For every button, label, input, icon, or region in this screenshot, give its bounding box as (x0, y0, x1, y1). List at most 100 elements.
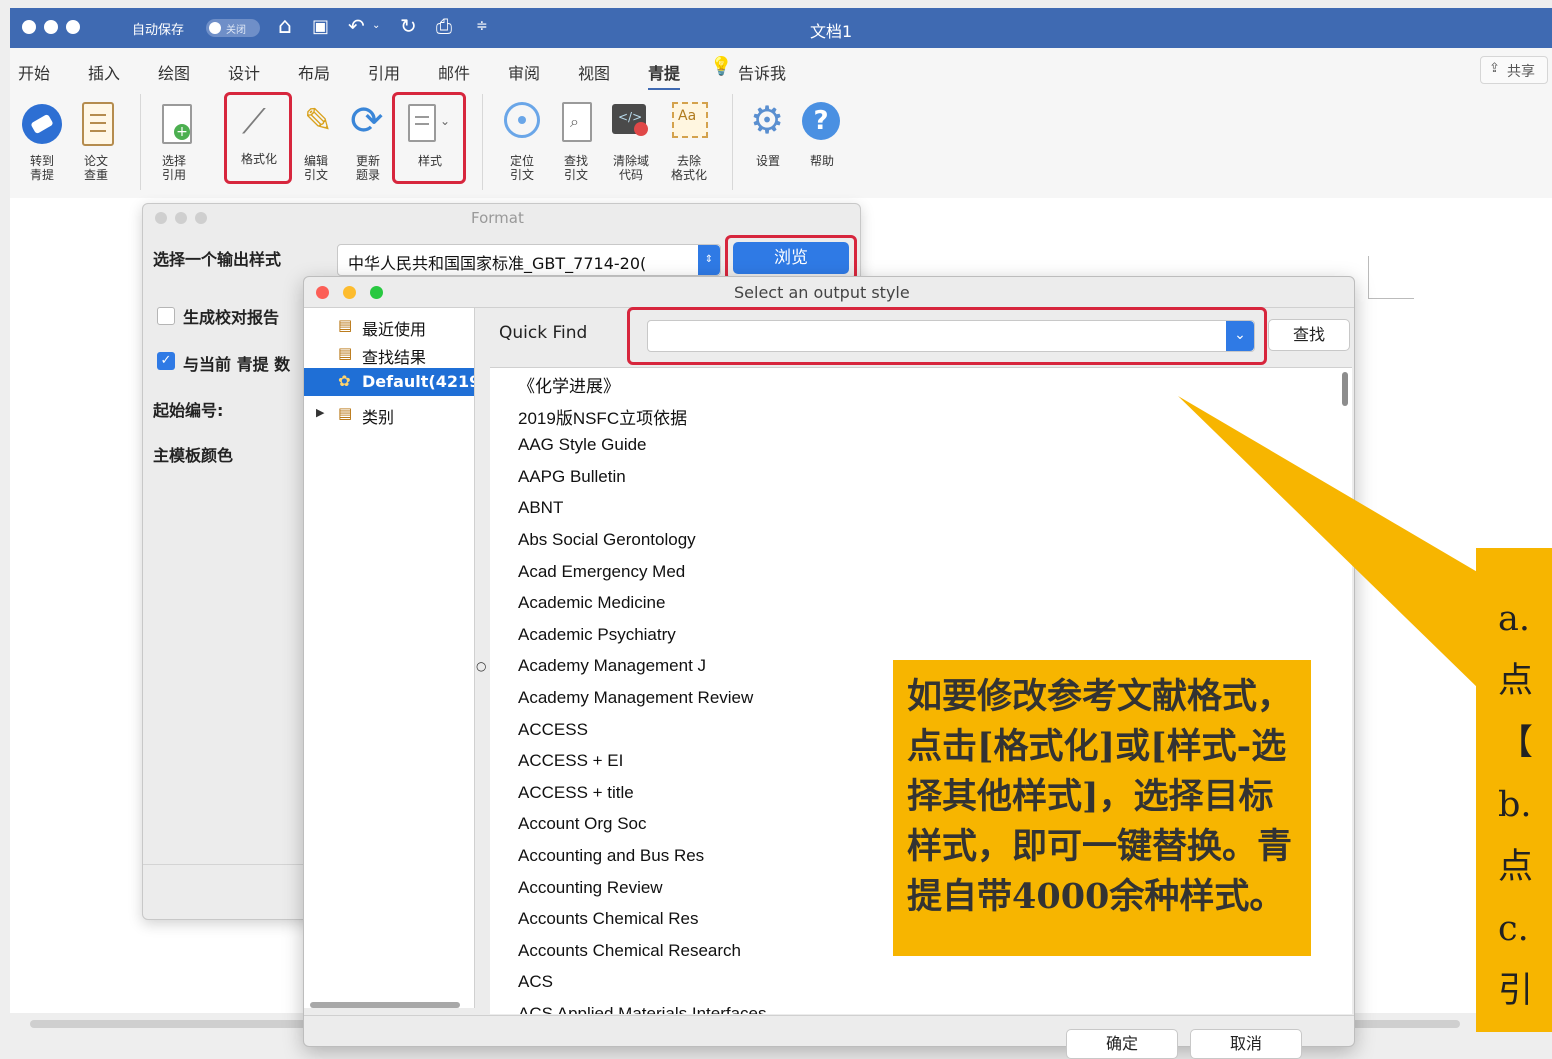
settings-button[interactable]: ⚙ 设置 (744, 100, 792, 190)
locate-citation-button[interactable]: 定位 引文 (498, 100, 546, 190)
style-list-item[interactable]: ACCESS + EI (518, 751, 623, 771)
clear-code-icon: </> (612, 104, 648, 136)
style-list-item[interactable]: Academic Medicine (518, 593, 665, 613)
tab-references[interactable]: 引用 (368, 60, 400, 84)
redo-icon[interactable]: ↻ (400, 14, 417, 38)
update-records-button[interactable]: ⟳ 更新 题录 (344, 100, 392, 190)
cancel-button[interactable]: 取消 (1190, 1029, 1302, 1059)
style-list-item[interactable]: Accounting Review (518, 878, 663, 898)
paper-check-button[interactable]: 论文 查重 (72, 100, 120, 190)
tab-view[interactable]: 视图 (578, 60, 610, 84)
pencil-icon: ✎ (304, 101, 333, 141)
share-icon: ⇪ (1489, 61, 1500, 76)
magic-wand-icon: ⟋ (242, 102, 266, 142)
style-list-item[interactable]: Academy Management Review (518, 688, 753, 708)
chevron-down-icon[interactable]: ⌄ (372, 20, 380, 31)
close-window-button[interactable] (22, 20, 36, 34)
style-list-item[interactable]: Account Org Soc (518, 814, 647, 834)
start-number-label: 起始编号: (153, 401, 224, 420)
style-list-item[interactable]: Accounts Chemical Research (518, 941, 741, 961)
dialog-titlebar: Select an output style (304, 277, 1354, 308)
style-list-item[interactable]: Accounting and Bus Res (518, 846, 704, 866)
clear-field-codes-button[interactable]: </> 清除域 代码 (604, 100, 658, 190)
tab-home[interactable]: 开始 (18, 60, 50, 84)
close-dialog-button[interactable] (316, 286, 329, 299)
save-icon[interactable]: ▣ (312, 16, 329, 37)
browse-button[interactable]: 浏览 (733, 242, 849, 274)
style-list-item[interactable]: ABNT (518, 498, 563, 518)
locate-icon (504, 102, 540, 138)
instruction-callout: 如要修改参考文献格式，点击[格式化]或[样式-选择其他样式]，选择目标样式，即可… (893, 660, 1311, 956)
sync-checkbox[interactable]: ✓ (157, 352, 175, 370)
tab-draw[interactable]: 绘图 (158, 60, 190, 84)
style-list-item[interactable]: 《化学进展》 (518, 372, 620, 397)
zoom-dialog-button[interactable] (195, 212, 207, 224)
find-citation-button[interactable]: ⌕ 查找 引文 (552, 100, 600, 190)
folder-icon: ▤ (338, 344, 353, 362)
tree-item-default[interactable]: ✿ Default(4219 (304, 368, 474, 396)
minimize-window-button[interactable] (44, 20, 58, 34)
tree-item-recent[interactable]: ▤ 最近使用 (304, 312, 474, 340)
chevron-down-icon[interactable]: ⌄ (440, 114, 450, 128)
style-list-item[interactable]: Acad Emergency Med (518, 562, 685, 582)
style-list-item[interactable]: AAG Style Guide (518, 435, 647, 455)
lightbulb-icon: 💡 (710, 56, 733, 77)
home-icon[interactable]: ⌂ (278, 14, 292, 39)
ok-button[interactable]: 确定 (1066, 1029, 1178, 1059)
quick-find-label: Quick Find (499, 323, 588, 343)
style-doc-icon (408, 104, 436, 142)
goto-qingti-button[interactable]: 转到 青提 (18, 100, 66, 190)
tab-insert[interactable]: 插入 (88, 60, 120, 84)
undo-icon[interactable]: ↶ (348, 14, 365, 38)
refresh-icon: ⟳ (350, 98, 384, 144)
template-color-label: 主模板颜色 (153, 446, 234, 465)
remove-formatting-button[interactable]: Aa 去除 格式化 (662, 100, 716, 190)
style-list-item[interactable]: AAPG Bulletin (518, 467, 626, 487)
text-cursor-mark (1368, 256, 1369, 298)
close-dialog-button[interactable] (155, 212, 167, 224)
format-button[interactable]: ⟋ 格式化 (232, 100, 286, 190)
tree-scrollbar[interactable] (310, 1002, 460, 1008)
help-button[interactable]: ? 帮助 (798, 100, 846, 190)
style-list-item[interactable]: Accounts Chemical Res (518, 909, 698, 929)
minimize-dialog-button[interactable] (175, 212, 187, 224)
tab-layout[interactable]: 布局 (298, 60, 330, 84)
tree-item-search-results[interactable]: ▤ 查找结果 (304, 340, 474, 368)
chevron-down-icon[interactable]: ⌄ (1226, 321, 1254, 351)
share-button[interactable]: ⇪ 共享 (1480, 56, 1548, 84)
disclosure-triangle-icon[interactable]: ▶ (316, 406, 324, 419)
style-list-item[interactable]: ACCESS (518, 720, 588, 740)
print-icon[interactable]: ⎙ (436, 14, 452, 38)
style-list-item[interactable]: ACS (518, 972, 553, 992)
autosave-toggle[interactable]: 关闭 (206, 19, 260, 37)
minimize-dialog-button[interactable] (343, 286, 356, 299)
style-list-item[interactable]: Academy Management J (518, 656, 706, 676)
style-list-item[interactable]: Academic Psychiatry (518, 625, 676, 645)
document-title: 文档1 (810, 22, 853, 41)
splitter-handle[interactable]: ○ (476, 659, 486, 673)
sync-label: 与当前 青提 数 (183, 355, 291, 374)
style-list-item[interactable]: ACCESS + title (518, 783, 634, 803)
style-list-item[interactable]: 2019版NSFC立项依据 (518, 404, 687, 429)
edit-citation-button[interactable]: ✎ 编辑 引文 (292, 100, 340, 190)
tell-me-search[interactable]: 告诉我 (738, 60, 786, 84)
select-citation-button[interactable]: + 选择 引用 (150, 100, 198, 190)
style-button[interactable]: ⌄ 样式 (400, 100, 460, 190)
style-list-item[interactable]: Abs Social Gerontology (518, 530, 696, 550)
output-style-select[interactable]: 中华人民共和国国家标准_GBT_7714-20( ⇕ (337, 244, 721, 276)
quick-find-input[interactable]: ⌄ (647, 320, 1255, 352)
find-doc-icon: ⌕ (562, 102, 592, 142)
tab-design[interactable]: 设计 (228, 60, 260, 84)
dialog-title: Format (471, 209, 524, 227)
tab-qingti[interactable]: 青提 (648, 60, 681, 91)
zoom-window-button[interactable] (66, 20, 80, 34)
zoom-dialog-button[interactable] (370, 286, 383, 299)
output-style-label: 选择一个输出样式 (153, 250, 282, 269)
tree-item-category[interactable]: ▶ ▤ 类别 (304, 400, 474, 428)
tab-review[interactable]: 审阅 (508, 60, 540, 84)
generate-report-checkbox[interactable] (157, 307, 175, 325)
style-list-item[interactable]: ACS Applied Materials Interfaces (518, 1004, 767, 1014)
customize-toolbar-icon[interactable]: ≑ (476, 18, 488, 34)
find-button[interactable]: 查找 (1268, 319, 1350, 351)
tab-mailings[interactable]: 邮件 (438, 60, 470, 84)
